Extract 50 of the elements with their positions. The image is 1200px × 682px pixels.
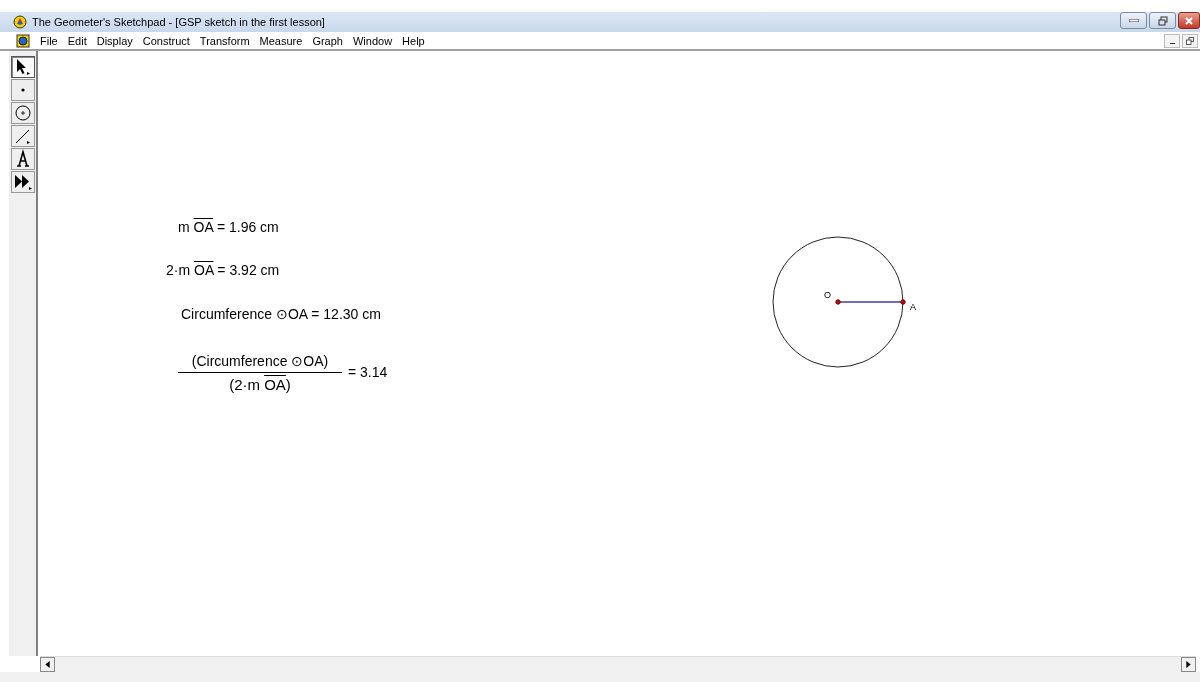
tool-button[interactable] — [11, 102, 35, 124]
measurement-text: 2·m — [166, 262, 192, 278]
menu-item[interactable]: Transform — [195, 34, 256, 47]
window-title: The Geometer's Sketchpad - [GSP sketch in the first lesson] — [32, 16, 326, 28]
circle-icon — [13, 103, 33, 123]
restore-button[interactable] — [1182, 33, 1198, 48]
calculation-result: = 3.14 — [348, 364, 388, 380]
app-icon — [13, 15, 27, 29]
measurement-text: (2·m — [229, 376, 261, 393]
close-button[interactable] — [1178, 12, 1200, 29]
restore-icon — [1186, 36, 1194, 45]
menu-item[interactable]: Construct — [138, 34, 196, 47]
point — [835, 299, 841, 305]
close-icon — [1184, 15, 1194, 26]
measurement-text: (Circumference ⊙OA) — [191, 353, 329, 369]
scroll-left-button[interactable] — [40, 657, 55, 672]
point-icon — [21, 88, 25, 92]
measurement-text: = 1.96 cm — [215, 219, 279, 235]
document-icon — [16, 33, 30, 48]
menu-item[interactable]: Measure — [255, 34, 309, 47]
segment-name: OA — [264, 376, 286, 393]
left-arrow-icon — [45, 661, 50, 668]
menu-item[interactable]: File — [36, 34, 64, 47]
tool-button[interactable] — [11, 148, 35, 170]
tool-button[interactable] — [11, 56, 35, 78]
minimize-icon — [1128, 19, 1139, 22]
right-arrow-icon — [1186, 661, 1191, 668]
measurement-text: = 3.92 cm — [216, 262, 280, 278]
minimize-button[interactable] — [1120, 12, 1147, 29]
menu-item[interactable]: Edit — [63, 34, 93, 47]
minimize-icon — [1169, 42, 1175, 44]
tool-button[interactable] — [11, 125, 35, 147]
restore-button[interactable] — [1149, 12, 1176, 29]
measurement-text: Circumference ⊙OA = 12.30 cm — [181, 306, 381, 322]
point — [900, 299, 906, 305]
tool-button[interactable] — [11, 171, 35, 193]
segment-name: OA — [193, 219, 214, 235]
double-arrow-icon — [13, 172, 33, 192]
scroll-right-button[interactable] — [1181, 657, 1196, 672]
menu-item[interactable]: Graph — [308, 34, 349, 47]
point-label: A — [910, 302, 916, 312]
segment-name: OA — [194, 262, 214, 278]
point-label: O — [824, 290, 831, 300]
horizontal-scrollbar[interactable] — [40, 656, 1196, 672]
menu-item[interactable]: Window — [348, 34, 399, 47]
menu-item[interactable]: Help — [398, 34, 431, 47]
restore-icon — [1157, 15, 1168, 26]
menu-item[interactable]: Display — [92, 34, 139, 47]
measurement-text: ) — [285, 376, 291, 393]
measurement-text: m — [178, 219, 191, 235]
